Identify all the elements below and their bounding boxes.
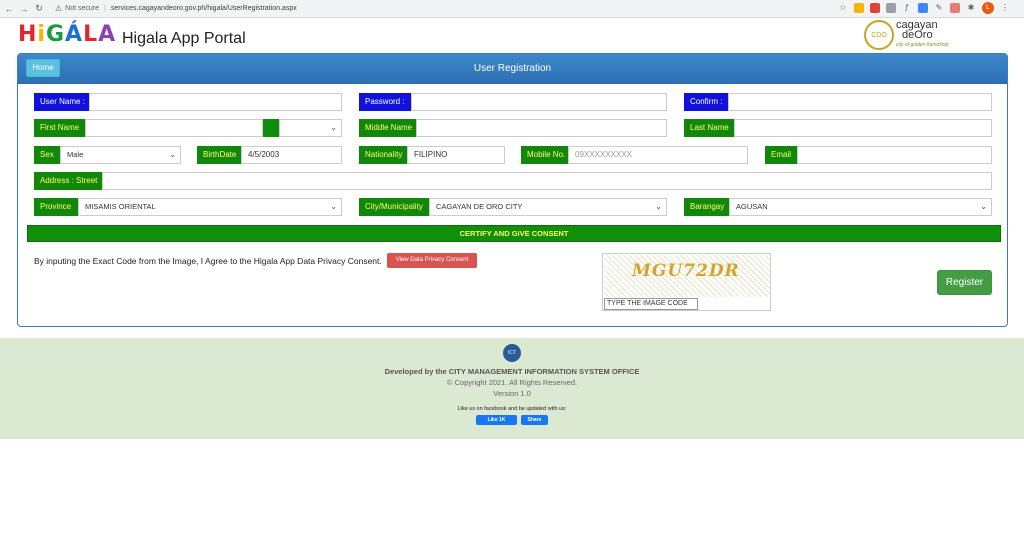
registration-panel: Home User Registration User Name : Passw… xyxy=(17,53,1008,327)
sex-label: Sex xyxy=(34,146,60,164)
middlename-label: Middle Name xyxy=(359,119,416,137)
email-input[interactable] xyxy=(797,146,992,164)
reload-icon[interactable]: ↻ xyxy=(33,3,45,14)
lastname-input[interactable] xyxy=(734,119,992,137)
puzzle-icon[interactable]: ✱ xyxy=(966,3,976,13)
extension-icon[interactable] xyxy=(886,3,896,13)
city-seal-icon: CDO xyxy=(864,20,894,50)
back-icon[interactable]: ← xyxy=(3,4,15,14)
security-status[interactable]: Not secure xyxy=(65,5,99,12)
birthdate-input[interactable]: 4/5/2003 xyxy=(241,146,342,164)
confirm-label: Confirm : xyxy=(684,93,728,111)
logo-letter: L xyxy=(83,22,99,47)
forward-icon[interactable]: → xyxy=(18,4,30,14)
captcha-code: MGU72DR xyxy=(632,261,740,281)
logo-letter: H xyxy=(18,22,38,47)
extension-icon[interactable] xyxy=(854,3,864,13)
consent-bar: CERTIFY AND GIVE CONSENT xyxy=(27,225,1001,242)
confirm-password-input[interactable] xyxy=(728,93,992,111)
higala-logo[interactable]: HiGÁLA xyxy=(18,22,116,47)
consent-text: By inputing the Exact Code from the Imag… xyxy=(34,256,382,266)
panel-header: Home User Registration xyxy=(18,54,1007,84)
birthdate-label: BirthDate xyxy=(197,146,241,164)
panel-title: User Registration xyxy=(473,63,552,74)
suffix-select[interactable]: ⌄ xyxy=(279,119,342,137)
chevron-down-icon: ⌄ xyxy=(330,123,337,132)
nationality-label: Nationality xyxy=(359,146,407,164)
bookmark-star-icon[interactable]: ☆ xyxy=(838,3,848,13)
city-value: CAGAYAN DE ORO CITY xyxy=(436,202,523,211)
captcha-image: MGU72DR xyxy=(604,255,770,297)
copyright: © Copyright 2021. All Rights Reserved. xyxy=(446,378,578,387)
mobile-label: Mobile No. xyxy=(521,146,568,164)
formula-extension-icon[interactable]: ƒ xyxy=(902,3,912,13)
browser-toolbar: ← → ↻ ⚠ Not secure | services.cagayandeo… xyxy=(0,0,1024,18)
register-button[interactable]: Register xyxy=(937,270,992,295)
sex-select[interactable]: Male ⌄ xyxy=(60,146,181,164)
extension-icon[interactable] xyxy=(870,3,880,13)
extension-icon[interactable] xyxy=(918,3,928,13)
password-input[interactable] xyxy=(411,93,667,111)
lastname-label: Last Name xyxy=(684,119,734,137)
view-privacy-consent-button[interactable]: View Data Privacy Consent xyxy=(387,253,477,268)
sex-value: Male xyxy=(67,150,84,159)
middlename-input[interactable] xyxy=(416,119,667,137)
mobile-input[interactable]: 09XXXXXXXXX xyxy=(568,146,748,164)
warning-icon[interactable]: ⚠ xyxy=(55,4,62,13)
firstname-label: First Name xyxy=(34,119,85,137)
chevron-down-icon: ⌄ xyxy=(980,202,987,211)
facebook-share-button[interactable]: Share xyxy=(521,415,548,425)
facebook-text: Like us on facebook and be updated with … xyxy=(457,406,567,412)
nationality-input[interactable]: FILIPINO xyxy=(407,146,505,164)
cagayan-de-oro-brand: cagayan deOro city of golden friendship xyxy=(896,20,949,50)
address-bar[interactable]: services.cagayandeoro.gov.ph/higala/User… xyxy=(111,5,297,12)
version: Version 1.0 xyxy=(493,389,531,398)
logo-letter: A xyxy=(98,22,117,47)
firstname-input[interactable] xyxy=(85,119,263,137)
username-input[interactable] xyxy=(89,93,342,111)
username-label: User Name : xyxy=(34,93,89,111)
password-label: Password : xyxy=(359,93,411,111)
province-select[interactable]: MISAMIS ORIENTAL ⌄ xyxy=(78,198,342,216)
ict-logo-icon: ICT xyxy=(503,344,521,362)
chevron-down-icon: ⌄ xyxy=(655,202,662,211)
barangay-value: AGUSAN xyxy=(736,202,768,211)
logo-letter: Á xyxy=(65,22,84,47)
suffix-label xyxy=(263,119,279,137)
developed-by: Developed by the CITY MANAGEMENT INFORMA… xyxy=(384,367,640,376)
extensions-area: ☆ ƒ ✎ ✱ L ⋮ xyxy=(838,2,1010,14)
city-select[interactable]: CAGAYAN DE ORO CITY ⌄ xyxy=(429,198,667,216)
extension-icon[interactable] xyxy=(950,3,960,13)
footer: ICT Developed by the CITY MANAGEMENT INF… xyxy=(0,338,1024,439)
city-label: City/Municipality xyxy=(359,198,429,216)
chevron-down-icon: ⌄ xyxy=(169,150,176,159)
brand-line-2: deOro xyxy=(902,29,933,41)
province-value: MISAMIS ORIENTAL xyxy=(85,202,156,211)
logo-letter: G xyxy=(45,22,66,47)
url-separator: | xyxy=(104,5,106,12)
address-input[interactable] xyxy=(102,172,992,190)
app-title: Higala App Portal xyxy=(122,30,246,47)
menu-icon[interactable]: ⋮ xyxy=(1000,3,1010,13)
email-label: Email xyxy=(765,146,797,164)
address-label: Address : Street xyxy=(34,172,102,190)
barangay-label: Barangay xyxy=(684,198,729,216)
profile-avatar[interactable]: L xyxy=(982,2,994,14)
captcha-box: MGU72DR TYPE THE IMAGE CODE xyxy=(602,253,771,311)
barangay-select[interactable]: AGUSAN ⌄ xyxy=(729,198,992,216)
facebook-like-button[interactable]: Like 1K xyxy=(476,415,517,425)
pen-extension-icon[interactable]: ✎ xyxy=(934,3,944,13)
chevron-down-icon: ⌄ xyxy=(330,202,337,211)
logo-letter: i xyxy=(37,22,46,47)
brand-tagline: city of golden friendship xyxy=(896,42,949,48)
captcha-input[interactable]: TYPE THE IMAGE CODE xyxy=(604,298,698,310)
province-label: Province xyxy=(34,198,78,216)
